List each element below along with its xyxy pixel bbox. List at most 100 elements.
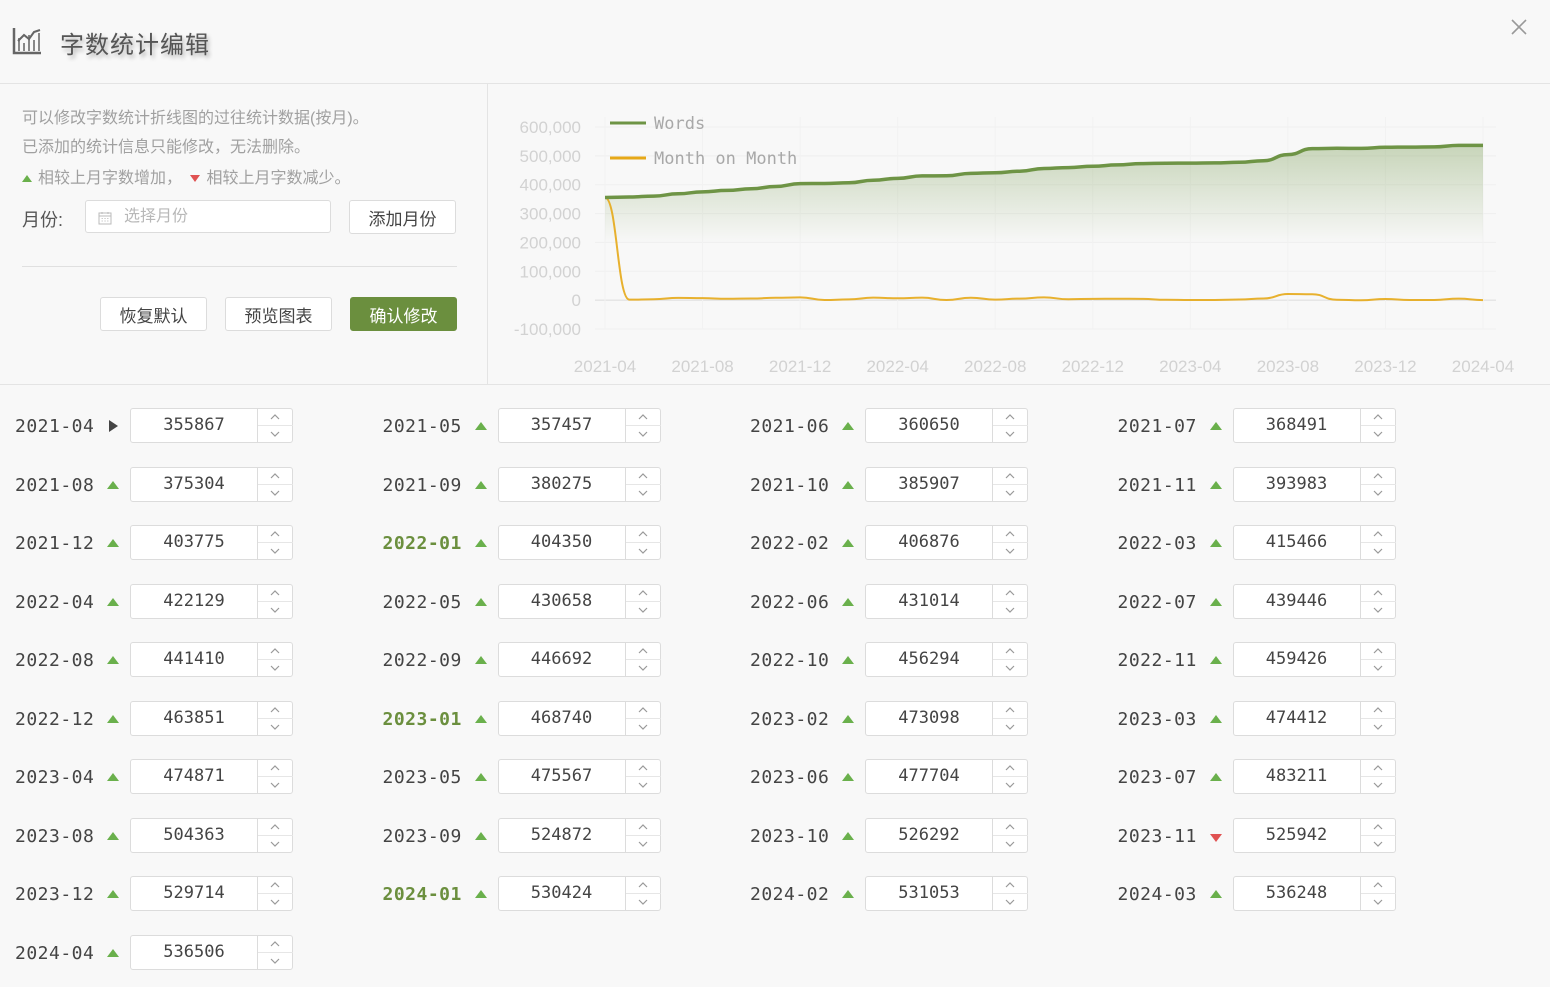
increment-button[interactable] xyxy=(993,819,1028,836)
word-count-input[interactable]: 531053 xyxy=(865,876,1028,911)
decrement-button[interactable] xyxy=(1361,543,1396,559)
increment-button[interactable] xyxy=(625,877,661,894)
decrement-button[interactable] xyxy=(993,426,1028,442)
word-count-input[interactable]: 536248 xyxy=(1232,876,1396,911)
word-count-value[interactable]: 456294 xyxy=(866,643,992,676)
word-count-value[interactable]: 431014 xyxy=(866,585,992,618)
increment-button[interactable] xyxy=(993,585,1028,602)
word-count-input[interactable]: 422129 xyxy=(130,583,293,619)
increment-button[interactable] xyxy=(258,409,293,426)
decrement-button[interactable] xyxy=(626,719,661,735)
close-icon[interactable] xyxy=(1508,16,1530,38)
word-count-value[interactable]: 375304 xyxy=(131,468,257,501)
word-count-input[interactable]: 403775 xyxy=(130,525,293,560)
word-count-input[interactable]: 475567 xyxy=(497,759,661,794)
increment-button[interactable] xyxy=(1360,585,1396,602)
word-count-input[interactable]: 415466 xyxy=(1232,525,1396,560)
word-count-input[interactable]: 473098 xyxy=(865,700,1028,736)
word-count-value[interactable]: 368491 xyxy=(1234,409,1360,442)
word-count-value[interactable]: 446692 xyxy=(499,643,625,676)
month-input[interactable] xyxy=(124,205,324,229)
decrement-button[interactable] xyxy=(626,836,661,852)
decrement-button[interactable] xyxy=(258,426,293,442)
increment-button[interactable] xyxy=(258,702,293,719)
decrement-button[interactable] xyxy=(1361,426,1396,442)
word-count-input[interactable]: 441410 xyxy=(130,642,293,677)
increment-button[interactable] xyxy=(1360,819,1396,836)
decrement-button[interactable] xyxy=(993,777,1028,793)
decrement-button[interactable] xyxy=(258,894,293,910)
decrement-button[interactable] xyxy=(1361,894,1396,910)
decrement-button[interactable] xyxy=(626,485,661,501)
word-count-value[interactable]: 357457 xyxy=(499,409,625,442)
word-count-input[interactable]: 406876 xyxy=(865,525,1028,560)
decrement-button[interactable] xyxy=(258,836,293,852)
decrement-button[interactable] xyxy=(993,660,1028,676)
word-count-input[interactable]: 456294 xyxy=(865,642,1028,677)
word-count-value[interactable]: 404350 xyxy=(499,526,625,559)
increment-button[interactable] xyxy=(993,877,1028,894)
word-count-value[interactable]: 406876 xyxy=(866,526,992,559)
decrement-button[interactable] xyxy=(258,719,293,735)
increment-button[interactable] xyxy=(1360,702,1396,719)
word-count-input[interactable]: 360650 xyxy=(865,408,1028,443)
word-count-value[interactable]: 422129 xyxy=(131,585,257,618)
word-count-input[interactable]: 375304 xyxy=(130,466,293,502)
word-count-input[interactable]: 529714 xyxy=(130,876,293,911)
word-count-input[interactable]: 368491 xyxy=(1232,408,1396,443)
word-count-input[interactable]: 468740 xyxy=(497,700,661,736)
word-count-input[interactable]: 380275 xyxy=(497,466,661,502)
word-count-value[interactable]: 415466 xyxy=(1234,526,1360,559)
word-count-input[interactable]: 404350 xyxy=(497,525,661,560)
decrement-button[interactable] xyxy=(993,602,1028,618)
increment-button[interactable] xyxy=(625,702,661,719)
preview-chart-button[interactable]: 预览图表 xyxy=(225,297,332,331)
word-count-value[interactable]: 474871 xyxy=(131,760,257,793)
word-count-value[interactable]: 393983 xyxy=(1234,468,1360,501)
word-count-input[interactable]: 536506 xyxy=(130,934,293,970)
decrement-button[interactable] xyxy=(626,602,661,618)
decrement-button[interactable] xyxy=(993,836,1028,852)
word-count-input[interactable]: 446692 xyxy=(497,642,661,677)
word-count-value[interactable]: 477704 xyxy=(866,760,992,793)
word-count-input[interactable]: 530424 xyxy=(497,876,661,911)
word-count-input[interactable]: 431014 xyxy=(865,583,1028,619)
word-count-input[interactable]: 463851 xyxy=(130,700,293,736)
increment-button[interactable] xyxy=(993,643,1028,660)
increment-button[interactable] xyxy=(1360,760,1396,777)
word-count-value[interactable]: 530424 xyxy=(499,877,625,910)
increment-button[interactable] xyxy=(1360,468,1396,485)
word-count-value[interactable]: 380275 xyxy=(499,468,625,501)
increment-button[interactable] xyxy=(258,819,293,836)
decrement-button[interactable] xyxy=(1361,602,1396,618)
word-count-input[interactable]: 483211 xyxy=(1232,759,1396,794)
increment-button[interactable] xyxy=(993,702,1028,719)
word-count-value[interactable]: 524872 xyxy=(499,819,625,852)
increment-button[interactable] xyxy=(625,468,661,485)
word-count-value[interactable]: 536506 xyxy=(131,936,257,969)
increment-button[interactable] xyxy=(258,877,293,894)
decrement-button[interactable] xyxy=(258,660,293,676)
restore-default-button[interactable]: 恢复默认 xyxy=(100,297,207,331)
decrement-button[interactable] xyxy=(626,894,661,910)
decrement-button[interactable] xyxy=(626,660,661,676)
word-count-input[interactable]: 504363 xyxy=(130,817,293,853)
word-count-input[interactable]: 357457 xyxy=(497,408,661,443)
increment-button[interactable] xyxy=(625,409,661,426)
decrement-button[interactable] xyxy=(626,543,661,559)
word-count-value[interactable]: 473098 xyxy=(866,702,992,735)
month-picker[interactable] xyxy=(85,200,331,233)
increment-button[interactable] xyxy=(1360,526,1396,543)
word-count-value[interactable]: 403775 xyxy=(131,526,257,559)
word-count-value[interactable]: 526292 xyxy=(866,819,992,852)
increment-button[interactable] xyxy=(993,409,1028,426)
increment-button[interactable] xyxy=(993,760,1028,777)
word-count-value[interactable]: 536248 xyxy=(1234,877,1360,910)
increment-button[interactable] xyxy=(1360,877,1396,894)
confirm-button[interactable]: 确认修改 xyxy=(350,297,457,331)
word-count-value[interactable]: 441410 xyxy=(131,643,257,676)
word-count-input[interactable]: 477704 xyxy=(865,759,1028,794)
word-count-input[interactable]: 430658 xyxy=(497,583,661,619)
word-count-value[interactable]: 483211 xyxy=(1234,760,1360,793)
decrement-button[interactable] xyxy=(1361,660,1396,676)
